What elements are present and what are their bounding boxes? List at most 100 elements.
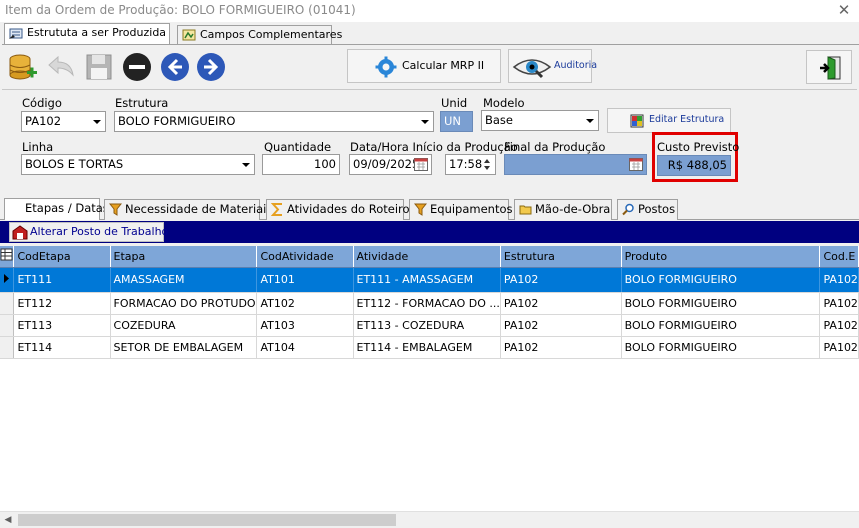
table-cell[interactable]: AT102 <box>256 292 354 315</box>
tab-atividades-roteiro[interactable]: Atividades do Roteiro <box>266 199 410 220</box>
save-button[interactable] <box>83 51 115 83</box>
alterar-posto-button[interactable]: Alterar Posto de Trabalho <box>9 222 168 242</box>
col-header[interactable]: Atividade <box>353 246 501 268</box>
tab-mao-de-obra[interactable]: Mão-de-Obra <box>514 199 612 220</box>
window-title: Item da Ordem de Produção: BOLO FORMIGUE… <box>5 3 356 17</box>
col-header[interactable]: Estrutura <box>500 246 622 268</box>
table-row[interactable]: ET113 COZEDURA AT103 ET113 - COZEDURA PA… <box>0 314 859 337</box>
remove-icon <box>123 53 151 81</box>
table-row[interactable]: ET112 FORMACAO DO PROTUDO AT102 ET112 - … <box>0 292 859 315</box>
scroll-left-icon[interactable]: ◀ <box>0 513 16 528</box>
chevron-down-icon[interactable] <box>416 112 433 131</box>
table-cell[interactable]: PA102 <box>500 267 622 293</box>
table-cell[interactable]: ET111 <box>13 267 111 293</box>
edit-structure-icon <box>630 114 644 128</box>
codigo-value: PA102 <box>25 114 62 128</box>
col-header[interactable]: CodEtapa <box>13 246 111 268</box>
remove-button[interactable] <box>121 51 153 83</box>
tab-atividades-label: Atividades do Roteiro <box>287 202 410 216</box>
magnifier-icon <box>622 203 634 216</box>
table-cell[interactable]: ET114 - EMBALAGEM <box>353 336 501 359</box>
linha-select[interactable]: BOLOS E TORTAS <box>21 154 255 175</box>
table-cell[interactable]: AMASSAGEM <box>110 267 258 293</box>
tab-postos-label: Postos <box>638 202 676 216</box>
codigo-select[interactable]: PA102 <box>21 111 106 132</box>
quantidade-value: 100 <box>314 157 336 171</box>
folder-icon <box>7 200 23 216</box>
table-cell[interactable]: AT101 <box>256 267 354 293</box>
toolbar-separator <box>2 89 857 90</box>
chevron-down-icon[interactable] <box>237 155 254 174</box>
calcular-mrp-button[interactable]: Calcular MRP II <box>347 49 501 83</box>
table-cell[interactable]: BOLO FORMIGUEIRO <box>621 336 821 359</box>
col-header[interactable]: Etapa <box>110 246 258 268</box>
horizontal-scrollbar[interactable]: ◀ <box>0 511 859 528</box>
unid-field: UN <box>440 111 473 132</box>
col-header[interactable]: Cod.E <box>819 246 859 268</box>
row-indicator <box>0 336 15 359</box>
tab-estrutura[interactable]: Estrututa a ser Produzida <box>4 23 170 45</box>
col-header[interactable]: Produto <box>621 246 821 268</box>
table-cell[interactable]: COZEDURA <box>110 314 258 337</box>
add-database-button[interactable] <box>7 51 39 83</box>
table-cell[interactable]: PA102 <box>819 336 859 359</box>
back-button[interactable] <box>159 51 191 83</box>
table-cell[interactable]: PA102 <box>500 336 622 359</box>
scroll-thumb[interactable] <box>18 514 396 526</box>
table-cell[interactable]: ET111 - AMASSAGEM <box>353 267 501 293</box>
quantidade-input[interactable]: 100 <box>262 154 340 175</box>
tab-equipamentos[interactable]: Equipamentos <box>409 199 513 220</box>
table-cell[interactable]: BOLO FORMIGUEIRO <box>621 267 821 293</box>
table-cell[interactable]: PA102 <box>819 267 859 293</box>
table-row[interactable]: ET111 AMASSAGEM AT101 ET111 - AMASSAGEM … <box>0 267 859 293</box>
calendar-icon[interactable] <box>629 158 643 171</box>
modelo-label: Modelo <box>483 96 525 110</box>
table-cell[interactable]: FORMACAO DO PROTUDO <box>110 292 258 315</box>
tab-postos[interactable]: Postos <box>617 199 678 220</box>
table-cell[interactable]: ET112 - FORMACAO DO ... <box>353 292 501 315</box>
tab-necessidade-materiais[interactable]: Necessidade de Materiais <box>104 199 272 220</box>
auditoria-button[interactable]: Auditoria <box>508 49 597 83</box>
exit-button[interactable] <box>806 50 852 84</box>
tab-etapas-datas[interactable]: Etapas / Datas <box>4 198 109 220</box>
table-cell[interactable]: BOLO FORMIGUEIRO <box>621 314 821 337</box>
tab-campos-complementares[interactable]: Campos Complementares <box>177 25 342 45</box>
custo-previsto-highlight: Custo Previsto R$ 488,05 <box>652 132 739 182</box>
table-cell[interactable]: ET112 <box>13 292 111 315</box>
table-cell[interactable]: ET114 <box>13 336 111 359</box>
table-cell[interactable]: PA102 <box>819 292 859 315</box>
table-cell[interactable]: ET113 - COZEDURA <box>353 314 501 337</box>
change-post-icon <box>12 225 28 240</box>
table-cell[interactable]: ET113 <box>13 314 111 337</box>
filter-icon <box>109 203 122 216</box>
close-icon[interactable]: ✕ <box>835 0 853 20</box>
chevron-down-icon[interactable] <box>581 111 598 130</box>
row-indicator <box>0 314 15 337</box>
custo-previsto-field: R$ 488,05 <box>657 155 731 176</box>
table-cell[interactable]: BOLO FORMIGUEIRO <box>621 292 821 315</box>
undo-icon <box>48 55 74 77</box>
table-cell[interactable]: PA102 <box>500 314 622 337</box>
table-row[interactable]: ET114 SETOR DE EMBALAGEM AT104 ET114 - E… <box>0 336 859 359</box>
calendar-icon[interactable] <box>414 158 428 171</box>
hora-inicio-input[interactable]: 17:58 <box>445 154 496 175</box>
estrutura-select[interactable]: BOLO FORMIGUEIRO <box>114 111 434 132</box>
col-header[interactable]: CodAtividade <box>256 246 354 268</box>
table-cell[interactable]: PA102 <box>819 314 859 337</box>
table-cell[interactable]: SETOR DE EMBALAGEM <box>110 336 258 359</box>
filter-icon <box>414 203 427 216</box>
modelo-select[interactable]: Base <box>481 110 599 131</box>
title-bar: Item da Ordem de Produção: BOLO FORMIGUE… <box>0 0 859 22</box>
spinner-icon[interactable] <box>482 156 492 173</box>
data-inicio-input[interactable]: 09/09/2025 <box>349 154 432 175</box>
undo-button[interactable] <box>45 51 77 83</box>
forward-button[interactable] <box>195 51 227 83</box>
table-cell[interactable]: PA102 <box>500 292 622 315</box>
chevron-down-icon[interactable] <box>88 112 105 131</box>
sigma-icon <box>271 203 282 216</box>
eye-icon <box>512 59 552 79</box>
editar-estrutura-button[interactable]: Editar Estrutura <box>607 108 731 133</box>
etapas-grid: CodEtapa Etapa CodAtividade Atividade Es… <box>0 246 859 516</box>
table-cell[interactable]: AT104 <box>256 336 354 359</box>
table-cell[interactable]: AT103 <box>256 314 354 337</box>
